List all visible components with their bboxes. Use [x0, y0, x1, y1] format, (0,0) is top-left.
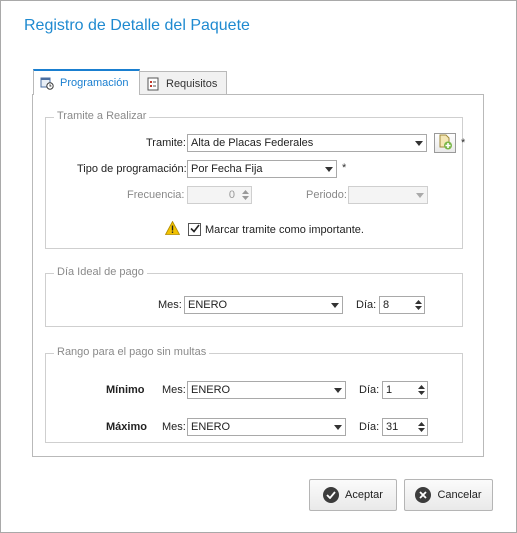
dia-ideal-mes-select[interactable]: ENERO — [184, 296, 343, 314]
tipo-required-mark: * — [342, 162, 347, 174]
spin-arrows-icon — [415, 382, 427, 398]
spin-arrows-icon — [412, 297, 424, 313]
check-circle-icon — [323, 487, 340, 503]
tipo-programacion-select[interactable]: Por Fecha Fija — [187, 160, 337, 178]
dia-ideal-mes-value: ENERO — [188, 299, 228, 311]
tramite-select[interactable]: Alta de Placas Federales — [187, 134, 427, 152]
frecuencia-value: 0 — [228, 189, 235, 201]
dia-ideal-dia-stepper[interactable]: 8 — [379, 296, 425, 314]
dia-ideal-dia-label: Día: — [356, 299, 377, 311]
frecuencia-label: Frecuencia: — [127, 189, 185, 201]
cancel-button-label: Cancelar — [437, 489, 482, 501]
chevron-down-icon — [328, 297, 342, 313]
close-circle-icon — [415, 487, 432, 503]
tab-programacion[interactable]: Programación — [33, 69, 140, 95]
spin-arrows-icon — [239, 187, 251, 203]
minimo-dia-value: 1 — [386, 384, 393, 396]
importante-checkbox[interactable] — [188, 223, 201, 236]
maximo-dia-value: 31 — [386, 421, 399, 433]
spin-arrows-icon — [415, 419, 427, 435]
checklist-icon — [146, 77, 160, 91]
checkmark-icon — [189, 224, 200, 236]
group-tramite-title: Tramite a Realizar — [54, 110, 150, 122]
maximo-mes-value: ENERO — [191, 421, 231, 433]
minimo-mes-select[interactable]: ENERO — [187, 381, 346, 399]
dia-ideal-dia-value: 8 — [383, 299, 390, 311]
chevron-down-icon — [412, 135, 426, 151]
group-rango-title: Rango para el pago sin multas — [54, 346, 210, 358]
maximo-label: Máximo — [106, 421, 147, 433]
cancel-button[interactable]: Cancelar — [404, 479, 493, 511]
dialog-window: Registro de Detalle del Paquete Programa… — [0, 0, 517, 533]
chevron-down-icon — [331, 419, 345, 435]
tipo-programacion-value: Por Fecha Fija — [191, 163, 263, 175]
tab-requisitos-label: Requisitos — [166, 77, 218, 90]
warning-icon — [164, 220, 181, 238]
maximo-dia-stepper[interactable]: 31 — [382, 418, 428, 436]
tab-programacion-label: Programación — [60, 77, 129, 89]
dialog-title: Registro de Detalle del Paquete — [24, 17, 250, 34]
add-tramite-button[interactable] — [434, 133, 456, 153]
tramite-value: Alta de Placas Federales — [191, 137, 314, 149]
periodo-label: Periodo: — [306, 189, 347, 201]
tab-requisitos[interactable]: Requisitos — [139, 71, 227, 95]
tramite-label: Tramite: — [146, 137, 186, 149]
schedule-icon — [40, 76, 54, 90]
maximo-dia-label: Día: — [359, 421, 380, 433]
chevron-down-icon — [331, 382, 345, 398]
frecuencia-stepper[interactable]: 0 — [187, 186, 252, 204]
minimo-mes-value: ENERO — [191, 384, 231, 396]
dia-ideal-mes-label: Mes: — [158, 299, 182, 311]
add-document-icon — [437, 134, 453, 153]
chevron-down-icon — [413, 187, 427, 203]
importante-label[interactable]: Marcar tramite como importante. — [205, 224, 364, 236]
minimo-dia-label: Día: — [359, 384, 380, 396]
minimo-mes-label: Mes: — [162, 384, 186, 396]
minimo-dia-stepper[interactable]: 1 — [382, 381, 428, 399]
minimo-label: Mínimo — [106, 384, 145, 396]
tipo-programacion-label: Tipo de programación: — [77, 163, 187, 175]
accept-button-label: Aceptar — [345, 489, 383, 501]
maximo-mes-label: Mes: — [162, 421, 186, 433]
periodo-select[interactable] — [348, 186, 428, 204]
chevron-down-icon — [322, 161, 336, 177]
maximo-mes-select[interactable]: ENERO — [187, 418, 346, 436]
accept-button[interactable]: Aceptar — [309, 479, 397, 511]
group-dia-ideal-title: Día Ideal de pago — [54, 266, 147, 278]
tab-panel-programacion: Tramite a Realizar Tramite: Alta de Plac… — [32, 94, 484, 457]
tramite-required-mark: * — [461, 137, 466, 149]
